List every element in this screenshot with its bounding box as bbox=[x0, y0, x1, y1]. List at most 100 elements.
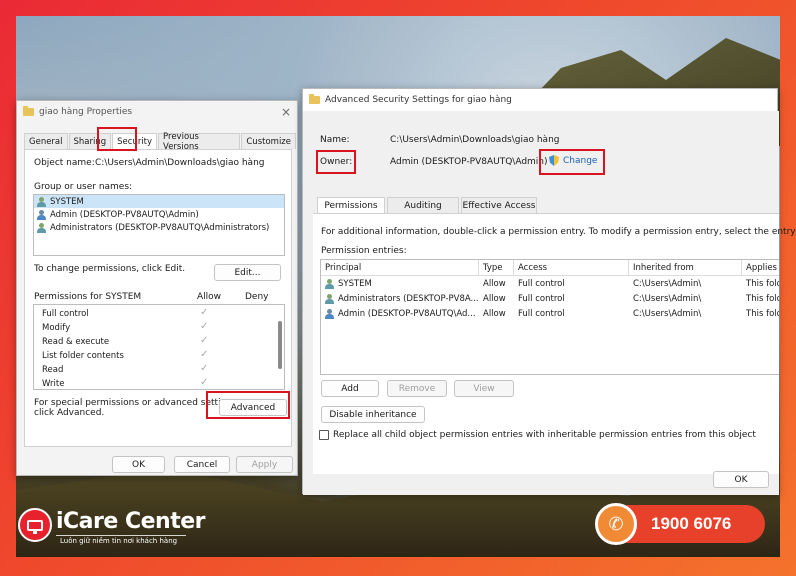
user-group-icon bbox=[325, 279, 335, 289]
tab-effective-access[interactable]: Effective Access bbox=[461, 197, 537, 214]
brand-underline bbox=[56, 535, 186, 536]
advanced-title: Advanced Security Settings for giao hàng bbox=[325, 95, 512, 105]
permission-name: Read & execute bbox=[42, 337, 110, 347]
principal-name: SYSTEM bbox=[338, 279, 372, 289]
tab-general[interactable]: General bbox=[24, 133, 68, 149]
edit-button[interactable]: Edit... bbox=[214, 264, 281, 281]
entry-access: Full control bbox=[518, 309, 565, 319]
table-row: Read & execute ✓ bbox=[34, 335, 274, 349]
list-item[interactable]: Administrators (DESKTOP-PV8AUTQ\Administ… bbox=[34, 221, 284, 234]
advanced-title-bar: Advanced Security Settings for giao hàng bbox=[303, 89, 777, 111]
tab-auditing[interactable]: Auditing bbox=[387, 197, 459, 214]
permissions-tab-panel: For additional information, double-click… bbox=[313, 214, 796, 474]
permissions-for-label: Permissions for SYSTEM bbox=[34, 292, 142, 302]
check-icon: ✓ bbox=[200, 349, 209, 360]
cancel-button[interactable]: Cancel bbox=[174, 456, 230, 473]
user-name: Administrators (DESKTOP-PV8AUTQ\Administ… bbox=[50, 222, 270, 233]
highlight-security-tab bbox=[97, 127, 137, 151]
table-row-principal[interactable]: Admin (DESKTOP-PV8AUTQ\Ad... bbox=[321, 307, 479, 321]
ok-button[interactable]: OK bbox=[112, 456, 165, 473]
view-button[interactable]: View bbox=[454, 380, 514, 397]
tab-permissions[interactable]: Permissions bbox=[317, 197, 385, 214]
column-access[interactable]: Access bbox=[514, 260, 629, 276]
properties-title: giao hàng Properties bbox=[39, 107, 133, 117]
column-type[interactable]: Type bbox=[479, 260, 514, 276]
user-group-icon bbox=[37, 196, 47, 207]
user-group-icon bbox=[37, 222, 47, 233]
permission-name: Write bbox=[42, 379, 65, 389]
name-label: Name: bbox=[320, 135, 350, 145]
properties-dialog: giao hàng Properties × General Sharing S… bbox=[16, 100, 298, 476]
tab-customize[interactable]: Customize bbox=[241, 133, 296, 149]
ok-button[interactable]: OK bbox=[713, 471, 769, 488]
replace-checkbox-label: Replace all child object permission entr… bbox=[333, 430, 756, 440]
column-applies[interactable]: Applies bbox=[742, 260, 779, 276]
replace-child-entries-option[interactable]: Replace all child object permission entr… bbox=[319, 430, 756, 440]
entry-type: Allow bbox=[483, 279, 506, 289]
principal-name: Admin (DESKTOP-PV8AUTQ\Ad... bbox=[338, 309, 476, 319]
deny-header: Deny bbox=[245, 292, 269, 302]
brand-name: iCare Center bbox=[56, 509, 205, 534]
group-names-label: Group or user names: bbox=[34, 182, 133, 192]
check-icon: ✓ bbox=[200, 335, 209, 346]
close-icon[interactable]: × bbox=[281, 105, 291, 119]
entry-access: Full control bbox=[518, 294, 565, 304]
entry-access: Full control bbox=[518, 279, 565, 289]
replace-checkbox[interactable] bbox=[319, 430, 329, 440]
properties-tabs: General Sharing Security Previous Versio… bbox=[24, 132, 297, 152]
monitor-icon bbox=[27, 519, 43, 534]
user-name: SYSTEM bbox=[50, 196, 84, 207]
permission-name: Read bbox=[42, 365, 64, 375]
add-button[interactable]: Add bbox=[321, 380, 379, 397]
user-group-icon bbox=[325, 294, 335, 304]
owner-value: Admin (DESKTOP-PV8AUTQ\Admin) bbox=[390, 157, 548, 167]
user-icon bbox=[325, 309, 335, 319]
check-icon: ✓ bbox=[200, 377, 209, 388]
hotline-badge: ✆ 1900 6076 bbox=[595, 503, 765, 545]
entry-applies: This fold bbox=[746, 279, 779, 289]
table-row-principal[interactable]: SYSTEM bbox=[321, 277, 479, 291]
permission-name: List folder contents bbox=[42, 351, 124, 361]
table-row: Full control ✓ bbox=[34, 307, 274, 321]
folder-icon bbox=[23, 106, 34, 116]
properties-title-bar: giao hàng Properties bbox=[17, 101, 297, 123]
hotline-number: 1900 6076 bbox=[651, 514, 732, 533]
object-name-value: C:\Users\Admin\Downloads\giao hàng bbox=[95, 158, 265, 168]
allow-header: Allow bbox=[197, 292, 222, 302]
remove-button[interactable]: Remove bbox=[387, 380, 447, 397]
entry-inherited: C:\Users\Admin\ bbox=[633, 279, 702, 289]
phone-icon: ✆ bbox=[595, 503, 637, 545]
user-name: Admin (DESKTOP-PV8AUTQ\Admin) bbox=[50, 209, 199, 220]
object-name-label: Object name: bbox=[34, 158, 95, 168]
permission-name: Modify bbox=[42, 323, 71, 333]
permission-name: Full control bbox=[42, 309, 89, 319]
column-inherited-from[interactable]: Inherited from bbox=[629, 260, 742, 276]
icare-logo bbox=[18, 508, 52, 542]
highlight-owner-label bbox=[316, 150, 356, 174]
scrollbar[interactable] bbox=[278, 321, 282, 369]
entry-type: Allow bbox=[483, 309, 506, 319]
user-list[interactable]: SYSTEM Admin (DESKTOP-PV8AUTQ\Admin) Adm… bbox=[33, 194, 285, 256]
entry-inherited: C:\Users\Admin\ bbox=[633, 294, 702, 304]
entry-applies: This fold bbox=[746, 309, 779, 319]
entry-type: Allow bbox=[483, 294, 506, 304]
list-item[interactable]: SYSTEM bbox=[34, 195, 284, 208]
check-icon: ✓ bbox=[200, 321, 209, 332]
apply-button[interactable]: Apply bbox=[236, 456, 293, 473]
table-row: Read ✓ bbox=[34, 363, 274, 377]
highlight-advanced-button bbox=[206, 391, 290, 419]
entries-label: Permission entries: bbox=[321, 246, 407, 256]
permission-entries-table[interactable]: Principal Type Access Inherited from App… bbox=[320, 259, 779, 375]
entry-applies: This fold bbox=[746, 294, 779, 304]
folder-icon bbox=[309, 94, 320, 104]
column-principal[interactable]: Principal bbox=[321, 260, 479, 276]
list-item[interactable]: Admin (DESKTOP-PV8AUTQ\Admin) bbox=[34, 208, 284, 221]
advanced-security-dialog: Advanced Security Settings for giao hàng… bbox=[302, 88, 796, 495]
table-row-principal[interactable]: Administrators (DESKTOP-PV8A... bbox=[321, 292, 479, 306]
brand-slogan: Luôn giữ niềm tin nơi khách hàng bbox=[60, 537, 178, 545]
permissions-list[interactable]: Full control ✓ Modify ✓ Read & execute ✓… bbox=[33, 304, 285, 390]
disable-inheritance-button[interactable]: Disable inheritance bbox=[321, 406, 425, 423]
change-permissions-hint: To change permissions, click Edit. bbox=[34, 264, 186, 274]
tab-previous-versions[interactable]: Previous Versions bbox=[158, 132, 241, 152]
highlight-change-link bbox=[539, 149, 605, 175]
